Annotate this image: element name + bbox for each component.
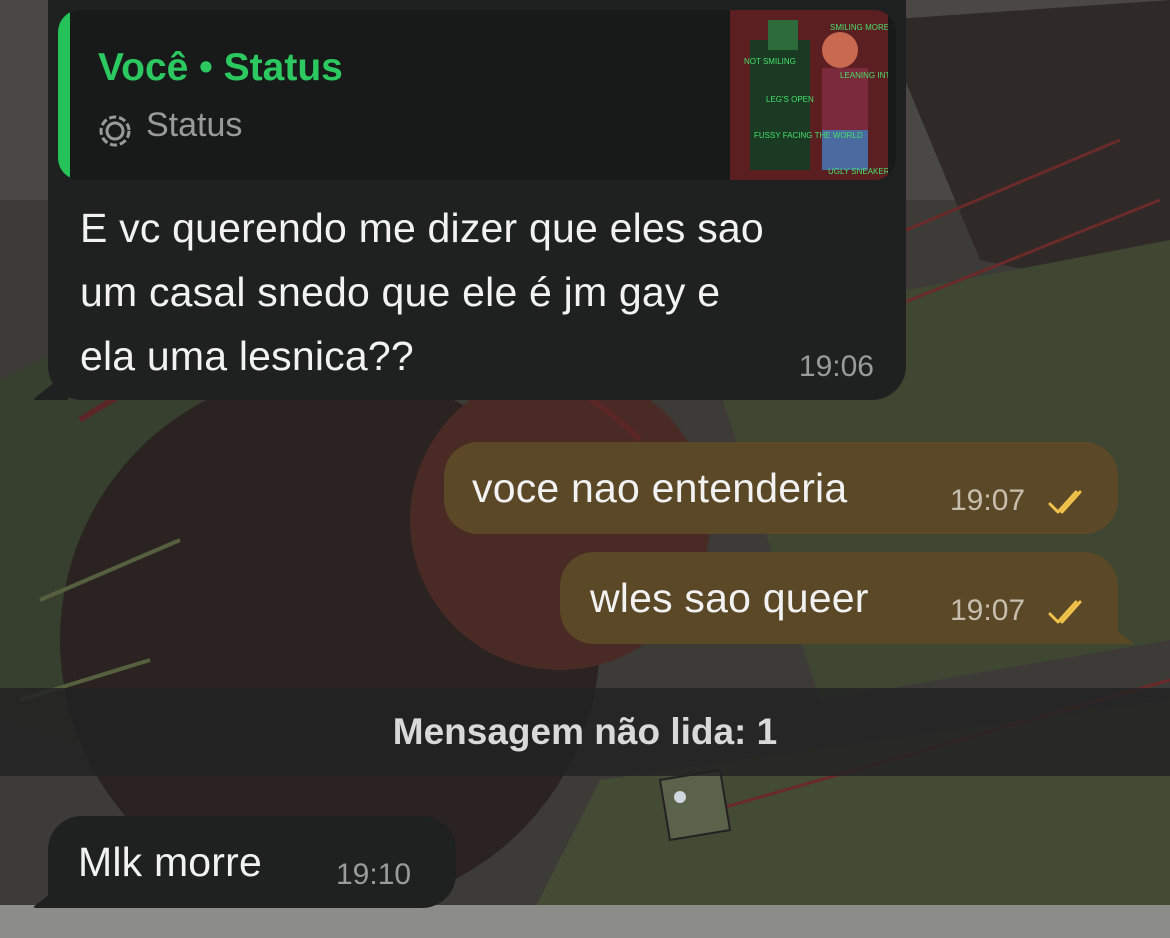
message-time: 19:07 bbox=[950, 484, 1026, 517]
message-time: 19:07 bbox=[950, 594, 1026, 627]
message-time: 19:10 bbox=[336, 858, 412, 891]
double-check-icon bbox=[1048, 600, 1082, 624]
message-bubble-outgoing[interactable]: wles sao queer 19:07 bbox=[560, 552, 1134, 644]
thumb-caption-1: NOT SMILING bbox=[744, 57, 796, 66]
quote-subtitle: Status bbox=[146, 106, 243, 144]
message-line: ela uma lesnica?? bbox=[80, 333, 414, 379]
thumb-caption-6: UGLY SNEAKERS bbox=[828, 167, 888, 176]
quote-title: Você • Status bbox=[98, 46, 343, 89]
message-line: um casal snedo que ele é jm gay e bbox=[80, 269, 721, 315]
double-check-icon bbox=[1048, 490, 1082, 514]
message-line: E vc querendo me dizer que eles sao bbox=[80, 205, 764, 251]
message-text: wles sao queer bbox=[590, 575, 869, 621]
message-text: Mlk morre bbox=[78, 839, 263, 885]
message-bubble-incoming[interactable]: Mlk morre 19:10 bbox=[32, 816, 456, 908]
unread-banner-text: Mensagem não lida: 1 bbox=[392, 711, 778, 752]
thumb-caption-5: FUSSY FACING THE WORLD bbox=[754, 131, 863, 140]
quote-accent-bar bbox=[58, 10, 70, 180]
thumb-caption-3: LEANING INTO HER bbox=[840, 71, 888, 80]
message-bubble-incoming[interactable]: Você • Status Status NOT SMILING SMILING… bbox=[32, 0, 906, 400]
quoted-status-card[interactable]: Você • Status Status NOT SMILING SMILING… bbox=[58, 10, 896, 180]
thumb-caption-2: SMILING MORE THAN USUAL bbox=[830, 23, 888, 32]
thumb-caption-4: LEG'S OPEN bbox=[766, 95, 814, 104]
unread-messages-banner: Mensagem não lida: 1 bbox=[0, 688, 1170, 776]
message-bubble-outgoing[interactable]: voce nao entenderia 19:07 bbox=[444, 442, 1118, 534]
status-thumbnail: NOT SMILING SMILING MORE THAN USUAL LEAN… bbox=[730, 10, 888, 180]
message-time: 19:06 bbox=[798, 350, 874, 383]
status-ring-icon bbox=[99, 115, 131, 147]
message-text: E vc querendo me dizer que eles sao um c… bbox=[80, 196, 764, 388]
message-text: voce nao entenderia bbox=[472, 465, 848, 511]
